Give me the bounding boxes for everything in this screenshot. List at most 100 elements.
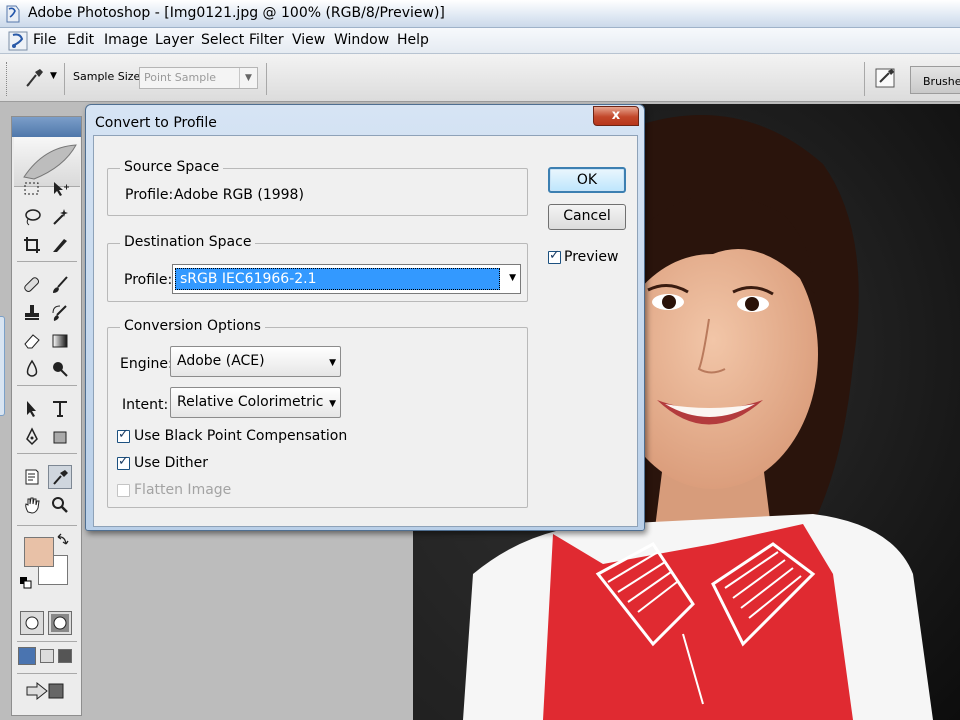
menu-layer[interactable]: Layer bbox=[155, 32, 194, 48]
toolbox-separator bbox=[17, 453, 77, 454]
jump-to-imageready-icon[interactable] bbox=[22, 679, 68, 703]
history-brush-tool-icon[interactable] bbox=[48, 301, 72, 325]
dither-checkbox[interactable]: ✓ bbox=[117, 454, 130, 470]
options-bar: ▼ Sample Size: Point Sample ▼ Brushes bbox=[0, 54, 960, 102]
flatten-image-checkbox[interactable] bbox=[117, 484, 130, 497]
black-point-label: Use Black Point Compensation bbox=[134, 428, 348, 444]
menu-file[interactable]: File bbox=[33, 32, 56, 48]
chevron-down-icon: ▼ bbox=[509, 273, 516, 283]
intent-label: Intent: bbox=[122, 397, 169, 413]
chevron-down-icon: ▼ bbox=[329, 358, 336, 368]
marquee-tool-icon[interactable] bbox=[20, 177, 44, 201]
toolbox-separator bbox=[17, 525, 77, 526]
magic-wand-tool-icon[interactable] bbox=[48, 205, 72, 229]
brush-tool-icon[interactable] bbox=[48, 273, 72, 297]
tool-preset-arrow-icon[interactable]: ▼ bbox=[50, 71, 57, 81]
move-tool-icon[interactable] bbox=[48, 177, 72, 201]
destination-space-legend: Destination Space bbox=[120, 234, 256, 250]
shape-tool-icon[interactable] bbox=[48, 425, 72, 449]
preview-checkbox[interactable]: ✓ bbox=[548, 248, 561, 264]
toolbox-separator bbox=[17, 641, 77, 642]
swap-colors-icon[interactable] bbox=[56, 533, 70, 547]
eraser-tool-icon[interactable] bbox=[20, 329, 44, 353]
standard-screen-mode-button[interactable] bbox=[18, 647, 36, 665]
engine-label: Engine: bbox=[120, 356, 173, 372]
gradient-tool-icon[interactable] bbox=[48, 329, 72, 353]
sample-size-value: Point Sample bbox=[144, 71, 217, 84]
menu-filter[interactable]: Filter bbox=[249, 32, 284, 48]
menu-window[interactable]: Window bbox=[334, 32, 389, 48]
quick-mask-mode-button[interactable] bbox=[48, 611, 72, 635]
lasso-tool-icon[interactable] bbox=[20, 205, 44, 229]
clone-stamp-tool-icon[interactable] bbox=[20, 301, 44, 325]
black-point-checkbox[interactable]: ✓ bbox=[117, 427, 130, 443]
source-profile-label: Profile: bbox=[125, 187, 174, 203]
dither-label: Use Dither bbox=[134, 455, 209, 471]
toolbox-separator bbox=[17, 673, 77, 674]
brushes-tab-label: Brushes bbox=[923, 75, 960, 88]
slice-tool-icon[interactable] bbox=[48, 233, 72, 257]
photoshop-app-icon bbox=[6, 5, 20, 23]
source-space-legend: Source Space bbox=[120, 159, 224, 175]
notes-tool-icon[interactable] bbox=[20, 465, 44, 489]
standard-mode-button[interactable] bbox=[20, 611, 44, 635]
options-separator bbox=[864, 62, 865, 96]
foreground-color-swatch[interactable] bbox=[24, 537, 54, 567]
cancel-label: Cancel bbox=[563, 208, 611, 224]
menu-help[interactable]: Help bbox=[397, 32, 429, 48]
blur-tool-icon[interactable] bbox=[20, 357, 44, 381]
menu-select[interactable]: Select bbox=[201, 32, 244, 48]
intent-select[interactable]: Relative Colorimetric ▼ bbox=[170, 387, 341, 418]
cancel-button[interactable]: Cancel bbox=[548, 204, 626, 230]
check-icon: ✓ bbox=[118, 454, 129, 469]
options-bar-grip[interactable] bbox=[6, 62, 9, 96]
dialog-body: Source Space Profile: Adobe RGB (1998) D… bbox=[93, 135, 638, 527]
hand-tool-icon[interactable] bbox=[20, 493, 44, 517]
menu-edit[interactable]: Edit bbox=[67, 32, 94, 48]
path-selection-tool-icon[interactable] bbox=[20, 397, 44, 421]
engine-value: Adobe (ACE) bbox=[177, 353, 265, 369]
chevron-down-icon: ▼ bbox=[239, 68, 257, 88]
toolbox-separator bbox=[17, 385, 77, 386]
palette-well-icon[interactable] bbox=[874, 66, 898, 90]
check-icon: ✓ bbox=[118, 427, 129, 442]
destination-profile-value: sRGB IEC61966-2.1 bbox=[175, 268, 500, 290]
destination-profile-select[interactable]: sRGB IEC61966-2.1 ▼ bbox=[172, 264, 521, 294]
eyedropper-icon[interactable] bbox=[22, 65, 46, 89]
conversion-options-legend: Conversion Options bbox=[120, 318, 265, 334]
convert-to-profile-dialog: Convert to Profile x Source Space Profil… bbox=[85, 104, 645, 531]
close-icon: x bbox=[611, 108, 621, 123]
pen-tool-icon[interactable] bbox=[20, 425, 44, 449]
menu-view[interactable]: View bbox=[292, 32, 325, 48]
brushes-panel-tab[interactable]: Brushes bbox=[910, 66, 960, 94]
zoom-tool-icon[interactable] bbox=[48, 493, 72, 517]
title-bar: Adobe Photoshop - [Img0121.jpg @ 100% (R… bbox=[0, 0, 960, 28]
menu-image[interactable]: Image bbox=[104, 32, 148, 48]
full-screen-menu-mode-button[interactable] bbox=[40, 649, 54, 663]
source-space-group: Source Space Profile: Adobe RGB (1998) bbox=[107, 159, 528, 216]
crop-tool-icon[interactable] bbox=[20, 233, 44, 257]
sample-size-select[interactable]: Point Sample ▼ bbox=[139, 67, 258, 89]
healing-brush-tool-icon[interactable] bbox=[20, 273, 44, 297]
toolbox-separator bbox=[17, 261, 77, 262]
destination-profile-label: Profile: bbox=[124, 272, 173, 288]
collapsed-panel-edge[interactable] bbox=[0, 316, 5, 416]
chevron-down-icon: ▼ bbox=[329, 399, 336, 409]
options-separator bbox=[64, 63, 65, 95]
options-separator bbox=[266, 63, 267, 95]
eyedropper-tool-icon[interactable] bbox=[48, 465, 72, 489]
sample-size-label: Sample Size: bbox=[73, 70, 145, 83]
source-profile-value: Adobe RGB (1998) bbox=[174, 187, 304, 203]
engine-select[interactable]: Adobe (ACE) ▼ bbox=[170, 346, 341, 377]
ok-button[interactable]: OK bbox=[548, 167, 626, 193]
close-button[interactable]: x bbox=[593, 106, 639, 126]
dialog-title: Convert to Profile bbox=[95, 115, 217, 131]
type-tool-icon[interactable] bbox=[48, 397, 72, 421]
intent-value: Relative Colorimetric bbox=[177, 394, 324, 410]
full-screen-mode-button[interactable] bbox=[58, 649, 72, 663]
window-title: Adobe Photoshop - [Img0121.jpg @ 100% (R… bbox=[28, 5, 445, 21]
toolbox-header[interactable] bbox=[12, 117, 81, 137]
dodge-tool-icon[interactable] bbox=[48, 357, 72, 381]
photoshop-logo-icon bbox=[8, 31, 28, 51]
default-colors-icon[interactable] bbox=[20, 577, 32, 589]
